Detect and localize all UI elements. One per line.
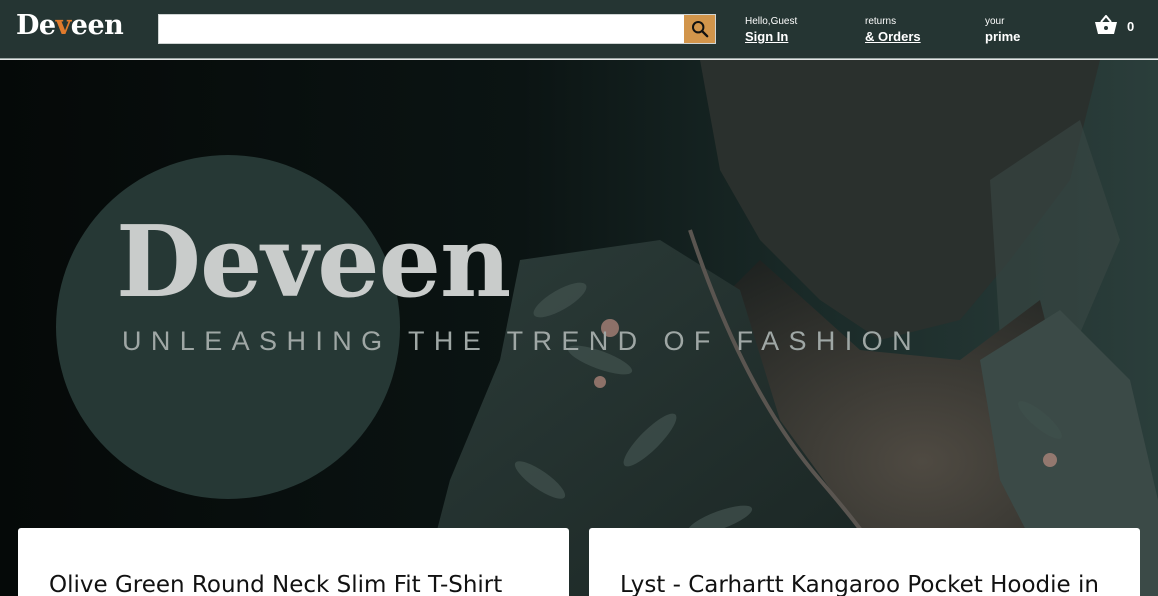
logo-text-start: De <box>16 10 56 41</box>
prime-label: prime <box>985 29 1021 44</box>
hero-banner: Deveen UNLEASHING THE TREND OF FASHION <box>0 60 1158 596</box>
site-logo[interactable]: Deveen <box>16 6 124 46</box>
cart-button[interactable]: 0 <box>1094 15 1134 37</box>
prime-link[interactable]: your prime <box>985 15 1020 45</box>
account-signin-link[interactable]: Hello,Guest Sign In <box>745 15 797 45</box>
sign-in-link[interactable]: Sign In <box>745 28 797 45</box>
greeting-text: Hello,Guest <box>745 16 798 27</box>
search-icon <box>691 20 708 38</box>
logo-text-accent: v <box>55 10 72 41</box>
search-input[interactable] <box>159 15 685 43</box>
product-title[interactable]: Lyst - Carhartt Kangaroo Pocket Hoodie i… <box>620 572 1099 596</box>
logo-text-end: een <box>70 10 124 41</box>
product-card[interactable]: Olive Green Round Neck Slim Fit T-Shirt <box>18 528 569 596</box>
basket-icon <box>1095 15 1117 34</box>
product-card[interactable]: Lyst - Carhartt Kangaroo Pocket Hoodie i… <box>589 528 1140 596</box>
product-title[interactable]: Olive Green Round Neck Slim Fit T-Shirt <box>49 572 502 596</box>
search-button[interactable] <box>684 15 715 43</box>
orders-label[interactable]: & Orders <box>865 28 921 45</box>
search-bar <box>158 14 716 44</box>
hero-title: Deveen <box>116 205 511 320</box>
returns-label: returns <box>865 16 897 27</box>
top-navbar: Deveen Hello,Guest Sign In returns & Ord… <box>0 0 1158 59</box>
prime-top-label: your <box>985 16 1005 27</box>
hero-tagline: UNLEASHING THE TREND OF FASHION <box>122 326 921 356</box>
returns-orders-link[interactable]: returns & Orders <box>865 15 921 45</box>
cart-count: 0 <box>1127 18 1135 34</box>
